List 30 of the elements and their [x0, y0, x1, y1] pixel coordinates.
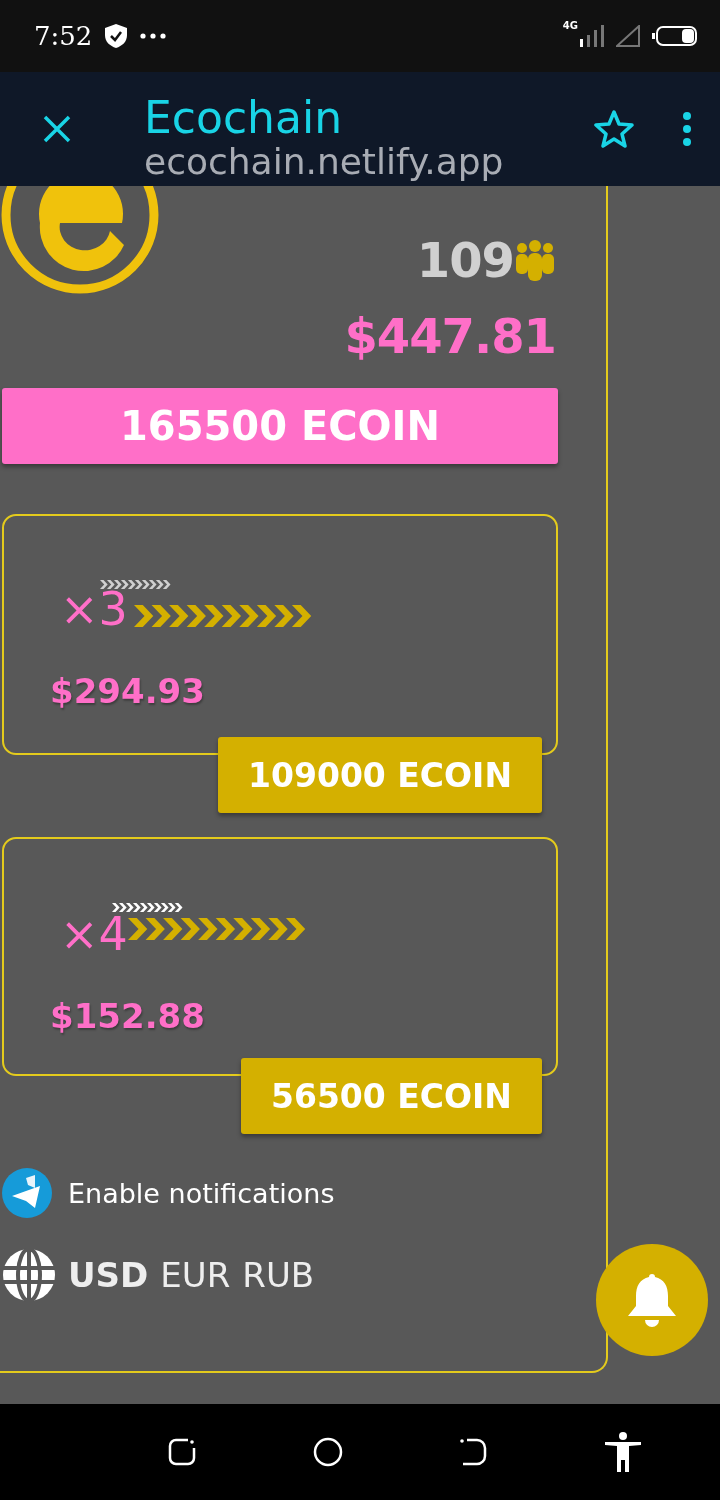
accessibility-icon[interactable]	[603, 1432, 642, 1472]
shield-icon	[104, 23, 129, 49]
signal-icon	[580, 25, 604, 47]
star-icon	[594, 110, 634, 148]
more-icon	[140, 33, 167, 39]
recents-icon[interactable]	[168, 1438, 197, 1466]
page-url: ecochain.netlify.app	[144, 142, 505, 182]
multiplier: ×3	[60, 581, 128, 637]
notifications-link[interactable]: Enable notifications	[68, 1177, 335, 1209]
battery-icon	[652, 25, 698, 47]
close-icon	[42, 114, 72, 144]
people-icon	[514, 239, 556, 281]
currency-option[interactable]: RUB	[242, 1255, 315, 1295]
offer-value: $152.88	[50, 996, 206, 1036]
currency-option[interactable]: USD	[68, 1255, 149, 1295]
telegram-icon	[2, 1168, 52, 1218]
network-type: 4G	[562, 20, 578, 31]
home-icon[interactable]	[312, 1437, 343, 1467]
total-value: $447.81	[344, 308, 556, 364]
offer-value: $294.93	[50, 671, 206, 711]
menu-icon	[682, 112, 692, 146]
participant-count: 109	[416, 232, 514, 288]
bell-icon	[627, 1272, 677, 1328]
currency-option[interactable]: EUR	[160, 1255, 231, 1295]
multiplier: ×4	[60, 906, 128, 962]
signal-icon	[616, 25, 640, 47]
status-time: 7:52	[34, 21, 93, 51]
back-icon[interactable]	[459, 1438, 488, 1466]
page-title: Ecochain	[144, 94, 344, 142]
logo-icon	[0, 186, 160, 296]
